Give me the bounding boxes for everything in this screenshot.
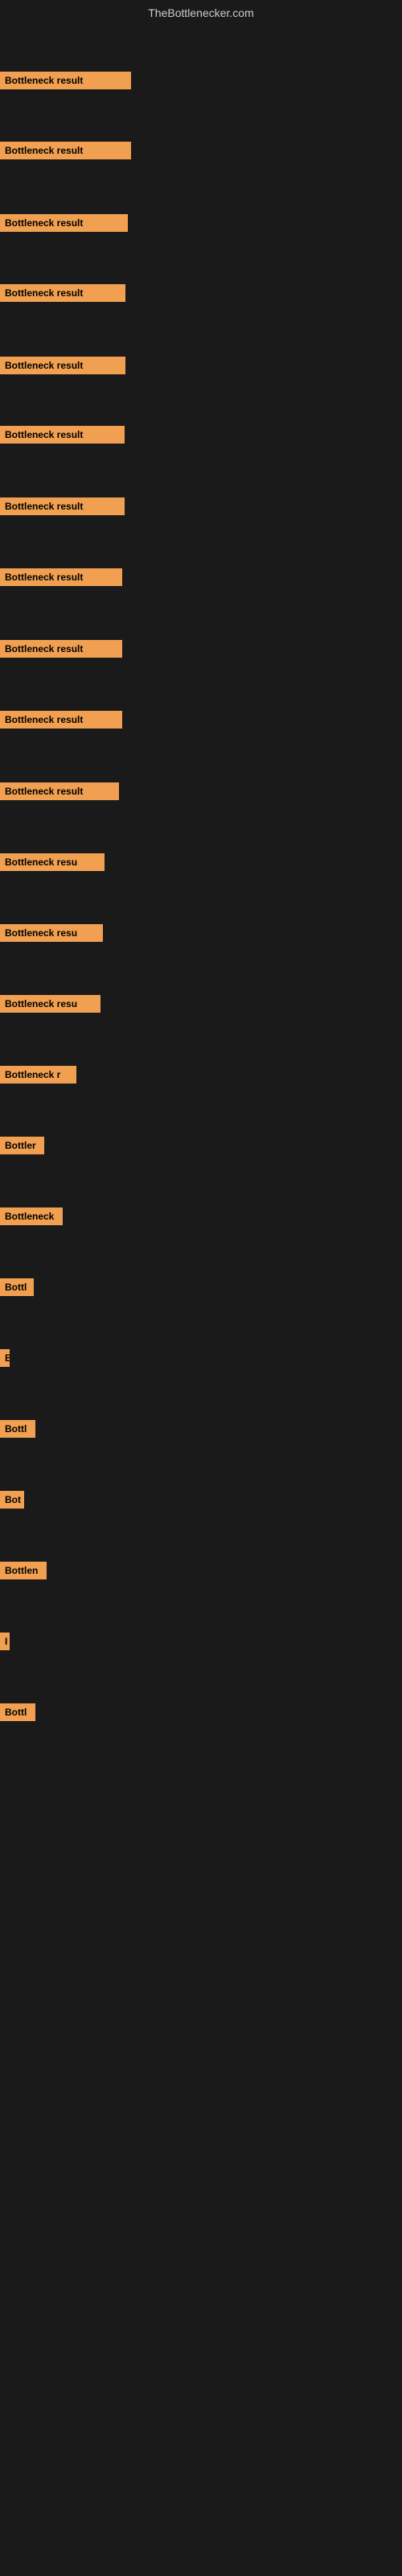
bottleneck-bar-14: Bottleneck resu: [0, 995, 100, 1013]
bar-row-1: Bottleneck result: [0, 72, 131, 93]
bottleneck-bar-4: Bottleneck result: [0, 284, 125, 302]
bottleneck-bar-12: Bottleneck resu: [0, 853, 105, 871]
bottleneck-bar-8: Bottleneck result: [0, 568, 122, 586]
bar-row-13: Bottleneck resu: [0, 924, 103, 946]
bar-row-17: Bottleneck: [0, 1208, 63, 1229]
bottleneck-bar-23: I: [0, 1633, 10, 1650]
bar-row-16: Bottler: [0, 1137, 44, 1158]
bottleneck-bar-11: Bottleneck result: [0, 782, 119, 800]
bar-row-5: Bottleneck result: [0, 357, 125, 378]
bar-row-2: Bottleneck result: [0, 142, 131, 163]
bar-row-23: I: [0, 1633, 10, 1654]
bottleneck-bar-16: Bottler: [0, 1137, 44, 1154]
bottleneck-bar-1: Bottleneck result: [0, 72, 131, 89]
bottleneck-bar-6: Bottleneck result: [0, 426, 125, 444]
bar-row-15: Bottleneck r: [0, 1066, 76, 1088]
bar-row-14: Bottleneck resu: [0, 995, 100, 1017]
bottleneck-bar-19: B: [0, 1349, 10, 1367]
bottleneck-bar-24: Bottl: [0, 1703, 35, 1721]
bottleneck-bar-10: Bottleneck result: [0, 711, 122, 729]
bar-row-22: Bottlen: [0, 1562, 47, 1583]
bar-row-19: B: [0, 1349, 10, 1371]
bar-row-7: Bottleneck result: [0, 497, 125, 519]
bars-container: Bottleneck result Bottleneck result Bottle…: [0, 26, 402, 2508]
bottleneck-bar-5: Bottleneck result: [0, 357, 125, 374]
bottleneck-bar-9: Bottleneck result: [0, 640, 122, 658]
site-title: TheBottlenecker.com: [0, 0, 402, 26]
bottleneck-bar-2: Bottleneck result: [0, 142, 131, 159]
bottleneck-bar-21: Bot: [0, 1491, 24, 1509]
bar-row-24: Bottl: [0, 1703, 35, 1725]
bottleneck-bar-15: Bottleneck r: [0, 1066, 76, 1084]
bottleneck-bar-7: Bottleneck result: [0, 497, 125, 515]
bottleneck-bar-3: Bottleneck result: [0, 214, 128, 232]
bar-row-11: Bottleneck result: [0, 782, 119, 804]
bar-row-18: Bottl: [0, 1278, 34, 1300]
bar-row-9: Bottleneck result: [0, 640, 122, 662]
bottleneck-bar-20: Bottl: [0, 1420, 35, 1438]
bar-row-6: Bottleneck result: [0, 426, 125, 448]
bar-row-21: Bot: [0, 1491, 24, 1513]
bar-row-10: Bottleneck result: [0, 711, 122, 733]
bar-row-4: Bottleneck result: [0, 284, 125, 306]
bottleneck-bar-17: Bottleneck: [0, 1208, 63, 1225]
bottleneck-bar-13: Bottleneck resu: [0, 924, 103, 942]
bottleneck-bar-18: Bottl: [0, 1278, 34, 1296]
bar-row-3: Bottleneck result: [0, 214, 128, 236]
bottleneck-bar-22: Bottlen: [0, 1562, 47, 1579]
bar-row-20: Bottl: [0, 1420, 35, 1442]
bar-row-8: Bottleneck result: [0, 568, 122, 590]
bar-row-12: Bottleneck resu: [0, 853, 105, 875]
